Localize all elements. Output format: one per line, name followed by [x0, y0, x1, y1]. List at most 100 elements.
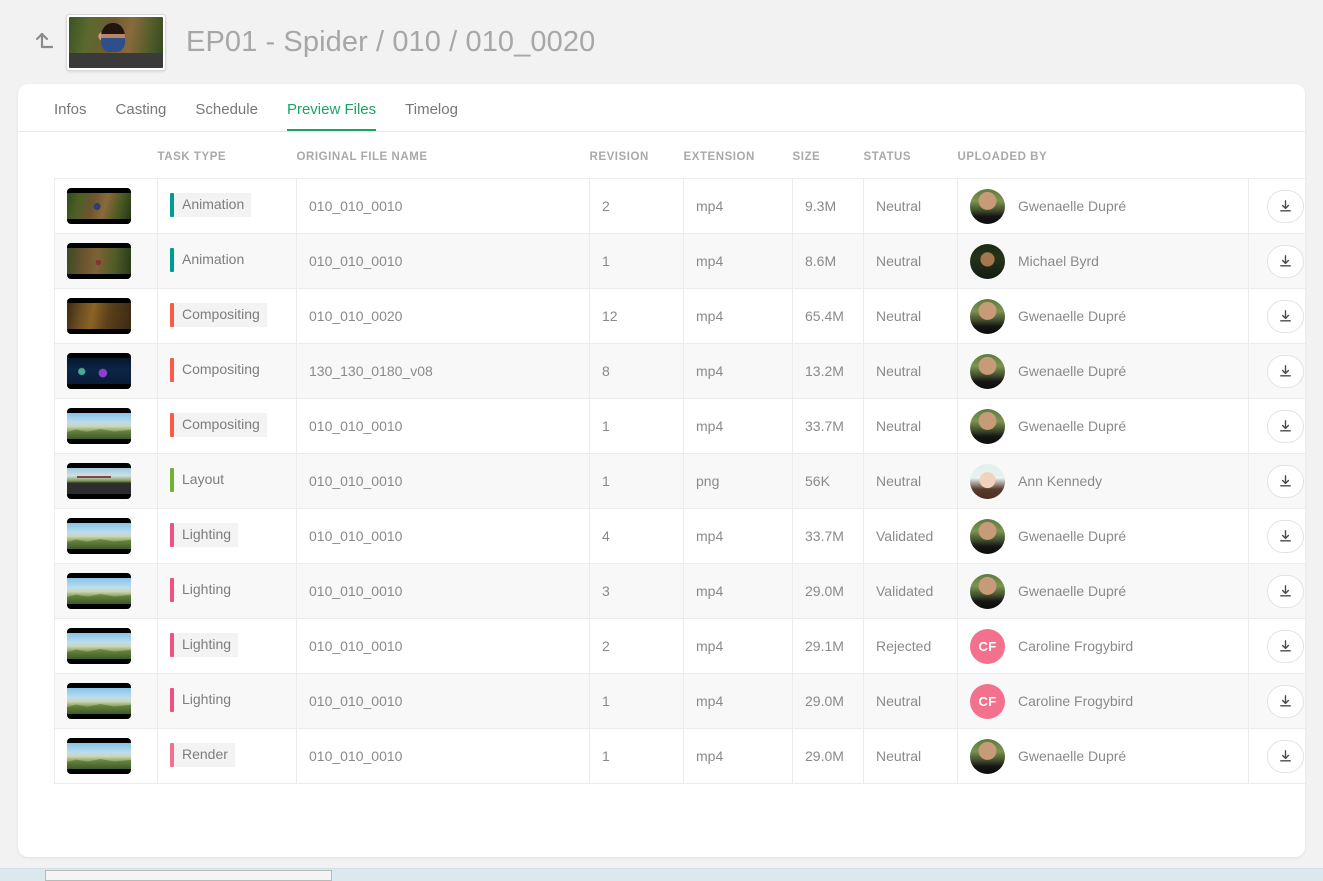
column-header-size[interactable]: SIZE [793, 151, 864, 179]
table-row[interactable]: Compositing 010_010_0010 1 mp4 33.7M Neutral G… [54, 398, 1305, 454]
download-button[interactable] [1266, 354, 1304, 388]
preview-thumbnail[interactable] [67, 573, 131, 609]
column-header-download [1249, 151, 1306, 179]
task-type-chip[interactable]: Layout [170, 467, 231, 492]
table-row[interactable]: Lighting 010_010_0010 2 mp4 29.1M Rejected CF C… [54, 618, 1305, 674]
avatar[interactable] [970, 738, 1005, 774]
horizontal-scrollbar[interactable] [0, 868, 1323, 881]
task-type-chip[interactable]: Animation [170, 192, 252, 217]
tab-bar: Infos Casting Schedule Preview Files Tim… [18, 84, 1305, 132]
avatar[interactable]: CF [970, 628, 1005, 664]
column-header-original-file-name[interactable]: ORIGINAL FILE NAME [297, 151, 590, 179]
avatar[interactable] [970, 188, 1005, 224]
preview-thumbnail[interactable] [67, 298, 131, 334]
table-row[interactable]: Compositing 130_130_0180_v08 8 mp4 13.2M Neut… [54, 343, 1305, 399]
entity-thumbnail[interactable] [66, 13, 166, 71]
back-arrow-button[interactable] [22, 22, 62, 62]
avatar[interactable] [970, 408, 1005, 444]
cell-uploaded-by: Gwenaelle Dupré [957, 178, 1249, 234]
task-type-chip[interactable]: Lighting [170, 522, 239, 547]
download-button[interactable] [1266, 629, 1304, 663]
cell-uploaded-by: Gwenaelle Dupré [957, 398, 1249, 454]
table-row[interactable]: Lighting 010_010_0010 3 mp4 29.0M Validated Gw… [54, 563, 1305, 619]
column-header-task-type[interactable]: TASK TYPE [158, 151, 297, 179]
table-row[interactable]: Render 010_010_0010 1 mp4 29.0M Neutral Gwenae… [54, 728, 1305, 784]
avatar[interactable]: CF [970, 683, 1005, 719]
avatar[interactable] [970, 573, 1005, 609]
task-type-label: Compositing [174, 412, 267, 437]
tab-schedule[interactable]: Schedule [195, 101, 258, 131]
cell-task-type: Compositing [157, 398, 297, 454]
cell-uploaded-by: Ann Kennedy [957, 453, 1249, 509]
preview-thumbnail[interactable] [67, 243, 131, 279]
table-row[interactable]: Compositing 010_010_0020 12 mp4 65.4M Neutral… [54, 288, 1305, 344]
cell-task-type: Render [157, 728, 297, 784]
download-button[interactable] [1266, 464, 1304, 498]
horizontal-scrollbar-thumb[interactable] [45, 870, 332, 881]
preview-files-table: TASK TYPE ORIGINAL FILE NAME REVISION EX… [54, 151, 1305, 784]
cell-download [1248, 673, 1305, 729]
preview-thumbnail-image [67, 302, 131, 330]
download-button[interactable] [1266, 519, 1304, 553]
cell-extension: mp4 [683, 618, 793, 674]
avatar[interactable] [970, 353, 1005, 389]
preview-thumbnail-image [67, 467, 131, 495]
cell-status: Neutral [863, 288, 958, 344]
task-type-chip[interactable]: Lighting [170, 632, 239, 657]
cell-download [1248, 563, 1305, 619]
task-type-chip[interactable]: Compositing [170, 357, 267, 382]
preview-thumbnail[interactable] [67, 353, 131, 389]
task-type-label: Animation [182, 250, 245, 267]
column-header-uploaded-by[interactable]: UPLOADED BY [958, 151, 1249, 179]
table-header-row: TASK TYPE ORIGINAL FILE NAME REVISION EX… [55, 151, 1306, 179]
table-row[interactable]: Animation 010_010_0010 2 mp4 9.3M Neutral Gwen… [54, 178, 1305, 234]
preview-thumbnail[interactable] [67, 518, 131, 554]
task-type-chip[interactable]: Compositing [170, 302, 267, 327]
table-row[interactable]: Animation 010_010_0010 1 mp4 8.6M Neutral Mich… [54, 233, 1305, 289]
download-button[interactable] [1266, 739, 1304, 773]
preview-thumbnail[interactable] [67, 463, 131, 499]
download-button[interactable] [1266, 684, 1304, 718]
download-button[interactable] [1266, 574, 1304, 608]
task-type-chip[interactable]: Lighting [170, 687, 238, 712]
uploader: Gwenaelle Dupré [970, 298, 1236, 334]
column-header-extension[interactable]: EXTENSION [684, 151, 793, 179]
preview-thumbnail[interactable] [67, 683, 131, 719]
preview-thumbnail[interactable] [67, 408, 131, 444]
task-type-chip[interactable]: Lighting [170, 577, 238, 602]
avatar[interactable] [970, 518, 1005, 554]
table-row[interactable]: Lighting 010_010_0010 4 mp4 33.7M Validated Gw… [54, 508, 1305, 564]
download-button[interactable] [1266, 189, 1304, 223]
download-button[interactable] [1266, 409, 1304, 443]
avatar[interactable] [970, 243, 1005, 279]
tab-infos[interactable]: Infos [54, 101, 87, 131]
uploader-name: Michael Byrd [1018, 253, 1099, 269]
preview-thumbnail[interactable] [67, 738, 131, 774]
task-type-chip[interactable]: Render [170, 742, 235, 767]
download-button[interactable] [1266, 299, 1304, 333]
cell-original-file-name: 010_010_0010 [296, 728, 590, 784]
task-type-chip[interactable]: Animation [170, 247, 251, 272]
avatar[interactable] [970, 298, 1005, 334]
uploader: Gwenaelle Dupré [970, 188, 1236, 224]
column-header-status[interactable]: STATUS [864, 151, 958, 179]
cell-status: Neutral [863, 728, 958, 784]
cell-status: Neutral [863, 453, 958, 509]
table-row[interactable]: Layout 010_010_0010 1 png 56K Neutral Ann Kenn… [54, 453, 1305, 509]
column-header-revision[interactable]: REVISION [590, 151, 684, 179]
table-row[interactable]: Lighting 010_010_0010 1 mp4 29.0M Neutral CF Ca… [54, 673, 1305, 729]
preview-thumbnail[interactable] [67, 188, 131, 224]
tab-casting[interactable]: Casting [116, 101, 167, 131]
download-icon [1278, 419, 1293, 434]
cell-size: 56K [792, 453, 864, 509]
cell-download [1248, 728, 1305, 784]
preview-thumbnail-image [67, 247, 131, 275]
avatar[interactable] [970, 463, 1005, 499]
preview-thumbnail[interactable] [67, 628, 131, 664]
tab-timelog[interactable]: Timelog [405, 101, 458, 131]
cell-uploaded-by: Gwenaelle Dupré [957, 563, 1249, 619]
task-type-chip[interactable]: Compositing [170, 412, 267, 437]
task-type-label: Render [174, 742, 235, 767]
download-button[interactable] [1266, 244, 1304, 278]
tab-preview-files[interactable]: Preview Files [286, 101, 377, 131]
